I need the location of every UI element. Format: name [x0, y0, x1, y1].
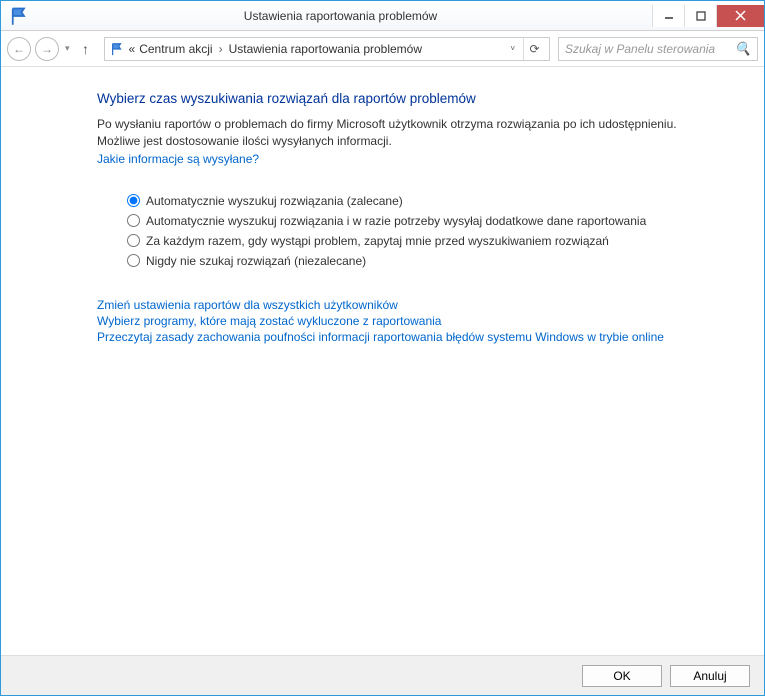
breadcrumb-prefix: « — [129, 42, 136, 56]
radio-input[interactable] — [127, 194, 140, 207]
content-area: Wybierz czas wyszukiwania rozwiązań dla … — [1, 67, 764, 657]
radio-option-ask[interactable]: Za każdym razem, gdy wystąpi problem, za… — [127, 234, 744, 248]
titlebar: Ustawienia raportowania problemów — [1, 1, 764, 31]
page-description: Po wysłaniu raportów o problemach do fir… — [97, 116, 677, 150]
flag-icon — [109, 41, 125, 57]
info-link[interactable]: Jakie informacje są wysyłane? — [97, 152, 744, 166]
radio-option-never[interactable]: Nigdy nie szukaj rozwiązań (niezalecane) — [127, 254, 744, 268]
radio-group: Automatycznie wyszukuj rozwiązania (zale… — [127, 194, 744, 268]
flag-icon — [9, 6, 29, 26]
maximize-button[interactable] — [684, 5, 716, 27]
address-bar[interactable]: « Centrum akcji › Ustawienia raportowani… — [104, 37, 550, 61]
forward-button[interactable]: → — [35, 37, 59, 61]
link-exclude-programs[interactable]: Wybierz programy, które mają zostać wykl… — [97, 314, 744, 328]
link-privacy[interactable]: Przeczytaj zasady zachowania poufności i… — [97, 330, 744, 344]
radio-input[interactable] — [127, 234, 140, 247]
arrow-left-icon: ← — [13, 42, 25, 56]
radio-input[interactable] — [127, 214, 140, 227]
search-input[interactable] — [565, 42, 735, 56]
search-box[interactable]: 🔍 — [558, 37, 758, 61]
footer: OK Anuluj — [1, 655, 764, 695]
arrow-right-icon: → — [41, 42, 53, 56]
radio-option-auto[interactable]: Automatycznie wyszukuj rozwiązania (zale… — [127, 194, 744, 208]
refresh-icon: ⟳ — [529, 42, 539, 56]
radio-label[interactable]: Automatycznie wyszukuj rozwiązania i w r… — [146, 214, 646, 228]
radio-option-auto-extra[interactable]: Automatycznie wyszukuj rozwiązania i w r… — [127, 214, 744, 228]
radio-label[interactable]: Automatycznie wyszukuj rozwiązania (zale… — [146, 194, 403, 208]
arrow-up-icon: ↑ — [82, 41, 89, 57]
back-button[interactable]: ← — [7, 37, 31, 61]
nav-toolbar: ← → ▾ ↑ « Centrum akcji › Ustawienia rap… — [1, 31, 764, 67]
breadcrumb-item[interactable]: Ustawienia raportowania problemów — [229, 42, 422, 56]
related-links: Zmień ustawienia raportów dla wszystkich… — [97, 298, 744, 344]
history-dropdown[interactable]: ▾ — [63, 43, 72, 54]
chevron-right-icon: › — [219, 42, 223, 56]
radio-label[interactable]: Za każdym razem, gdy wystąpi problem, za… — [146, 234, 609, 248]
window-buttons — [652, 5, 764, 27]
refresh-button[interactable]: ⟳ — [523, 38, 545, 60]
window-title: Ustawienia raportowania problemów — [29, 9, 652, 23]
page-heading: Wybierz czas wyszukiwania rozwiązań dla … — [97, 91, 744, 106]
up-button[interactable]: ↑ — [76, 39, 96, 59]
ok-button[interactable]: OK — [582, 665, 662, 687]
search-icon: 🔍 — [735, 41, 751, 57]
link-all-users[interactable]: Zmień ustawienia raportów dla wszystkich… — [97, 298, 744, 312]
cancel-button[interactable]: Anuluj — [670, 665, 750, 687]
address-dropdown[interactable]: ˅ — [506, 44, 519, 53]
radio-input[interactable] — [127, 254, 140, 267]
minimize-button[interactable] — [652, 5, 684, 27]
breadcrumb-item[interactable]: Centrum akcji — [139, 42, 212, 56]
radio-label[interactable]: Nigdy nie szukaj rozwiązań (niezalecane) — [146, 254, 366, 268]
close-button[interactable] — [716, 5, 764, 27]
